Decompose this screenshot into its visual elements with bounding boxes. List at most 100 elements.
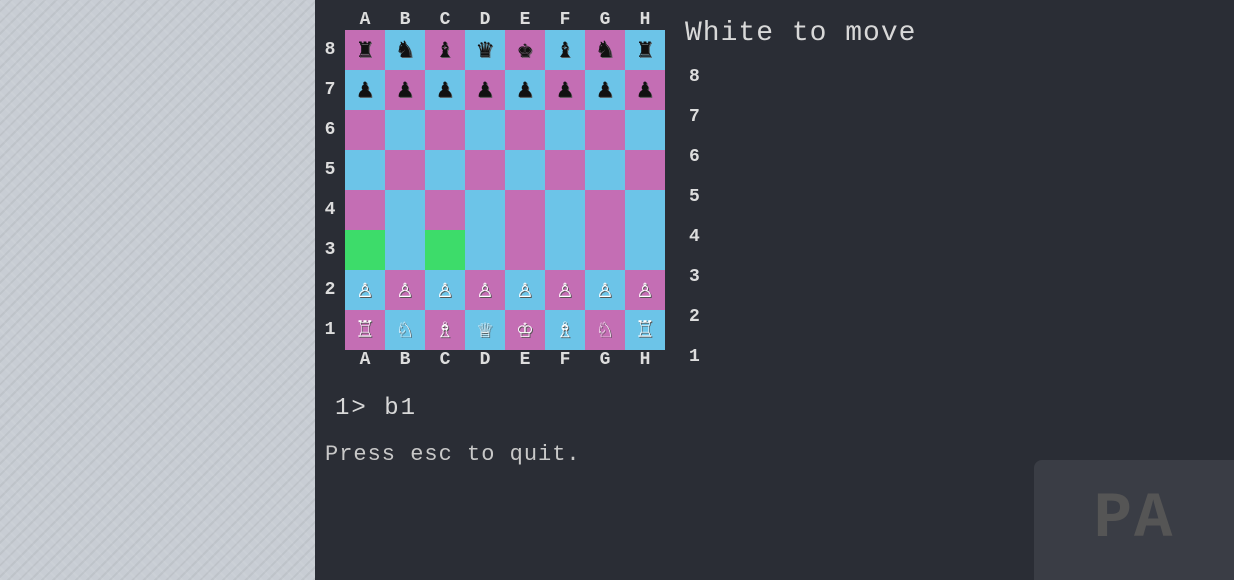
col-label-b-bot: B (385, 350, 425, 370)
main-panel: A B C D E F G H 8♜♞♝♛♚♝♞♜7♟♟♟♟♟♟♟♟65432♙… (315, 0, 1234, 580)
piece-white-1-2: ♘ (397, 317, 413, 343)
cell-2-3[interactable]: ♙ (425, 270, 465, 310)
cell-1-1[interactable]: ♖ (345, 310, 385, 350)
cell-6-8[interactable] (625, 110, 665, 150)
row-label-left-8: 8 (315, 40, 345, 60)
cell-8-3[interactable]: ♝ (425, 30, 465, 70)
cell-3-3[interactable] (425, 230, 465, 270)
cell-5-3[interactable] (425, 150, 465, 190)
cell-4-4[interactable] (465, 190, 505, 230)
cell-7-3[interactable]: ♟ (425, 70, 465, 110)
col-label-d: D (465, 10, 505, 30)
col-label-c-bot: C (425, 350, 465, 370)
top-col-labels: A B C D E F G H (315, 10, 665, 30)
cell-4-8[interactable] (625, 190, 665, 230)
cell-8-5[interactable]: ♚ (505, 30, 545, 70)
cell-4-1[interactable] (345, 190, 385, 230)
col-label-f: F (545, 10, 585, 30)
cell-3-2[interactable] (385, 230, 425, 270)
cell-1-5[interactable]: ♔ (505, 310, 545, 350)
piece-black-8-4: ♛ (477, 37, 493, 63)
cell-8-7[interactable]: ♞ (585, 30, 625, 70)
cell-1-6[interactable]: ♗ (545, 310, 585, 350)
piece-white-2-6: ♙ (557, 277, 573, 303)
cell-4-2[interactable] (385, 190, 425, 230)
piece-white-1-5: ♔ (517, 317, 533, 343)
piece-white-1-6: ♗ (557, 317, 573, 343)
cell-7-6[interactable]: ♟ (545, 70, 585, 110)
cell-8-2[interactable]: ♞ (385, 30, 425, 70)
row-label-right-2: 2 (685, 297, 916, 337)
cell-1-7[interactable]: ♘ (585, 310, 625, 350)
cell-5-2[interactable] (385, 150, 425, 190)
cell-3-4[interactable] (465, 230, 505, 270)
piece-white-2-3: ♙ (437, 277, 453, 303)
cell-7-7[interactable]: ♟ (585, 70, 625, 110)
piece-black-7-3: ♟ (437, 77, 453, 103)
cell-2-7[interactable]: ♙ (585, 270, 625, 310)
cell-7-5[interactable]: ♟ (505, 70, 545, 110)
cell-7-1[interactable]: ♟ (345, 70, 385, 110)
cell-4-5[interactable] (505, 190, 545, 230)
cell-5-8[interactable] (625, 150, 665, 190)
cell-3-1[interactable] (345, 230, 385, 270)
board-row-7: 7♟♟♟♟♟♟♟♟ (315, 70, 665, 110)
cell-2-8[interactable]: ♙ (625, 270, 665, 310)
cell-5-1[interactable] (345, 150, 385, 190)
piece-white-1-4: ♕ (477, 317, 493, 343)
cell-8-4[interactable]: ♛ (465, 30, 505, 70)
cell-6-3[interactable] (425, 110, 465, 150)
cell-3-8[interactable] (625, 230, 665, 270)
cell-4-6[interactable] (545, 190, 585, 230)
cell-1-3[interactable]: ♗ (425, 310, 465, 350)
cell-8-6[interactable]: ♝ (545, 30, 585, 70)
cell-2-5[interactable]: ♙ (505, 270, 545, 310)
piece-black-8-8: ♜ (637, 37, 653, 63)
cell-7-8[interactable]: ♟ (625, 70, 665, 110)
cell-8-1[interactable]: ♜ (345, 30, 385, 70)
row-label-right-7: 7 (685, 97, 916, 137)
cell-6-6[interactable] (545, 110, 585, 150)
cell-5-4[interactable] (465, 150, 505, 190)
cell-6-7[interactable] (585, 110, 625, 150)
cell-1-8[interactable]: ♖ (625, 310, 665, 350)
piece-white-2-2: ♙ (397, 277, 413, 303)
cell-6-1[interactable] (345, 110, 385, 150)
piece-black-8-3: ♝ (437, 37, 453, 63)
cell-5-7[interactable] (585, 150, 625, 190)
cell-5-6[interactable] (545, 150, 585, 190)
cell-4-7[interactable] (585, 190, 625, 230)
row-label-left-2: 2 (315, 280, 345, 300)
piece-black-8-2: ♞ (397, 37, 413, 63)
cell-2-2[interactable]: ♙ (385, 270, 425, 310)
cell-3-5[interactable] (505, 230, 545, 270)
piece-black-7-5: ♟ (517, 77, 533, 103)
piece-white-1-7: ♘ (597, 317, 613, 343)
cell-7-4[interactable]: ♟ (465, 70, 505, 110)
piece-black-7-4: ♟ (477, 77, 493, 103)
cell-1-4[interactable]: ♕ (465, 310, 505, 350)
bottom-right-decor: PA (1034, 460, 1234, 580)
board-row-1: 1♖♘♗♕♔♗♘♖ (315, 310, 665, 350)
cell-2-6[interactable]: ♙ (545, 270, 585, 310)
cell-6-5[interactable] (505, 110, 545, 150)
piece-black-7-8: ♟ (637, 77, 653, 103)
cell-6-4[interactable] (465, 110, 505, 150)
bottom-col-labels: A B C D E F G H (315, 350, 665, 370)
cell-7-2[interactable]: ♟ (385, 70, 425, 110)
cell-4-3[interactable] (425, 190, 465, 230)
cell-5-5[interactable] (505, 150, 545, 190)
row-label-left-7: 7 (315, 80, 345, 100)
chess-area: A B C D E F G H 8♜♞♝♛♚♝♞♜7♟♟♟♟♟♟♟♟65432♙… (315, 0, 1234, 395)
col-label-h-bot: H (625, 350, 665, 370)
piece-black-8-1: ♜ (357, 37, 373, 63)
cell-8-8[interactable]: ♜ (625, 30, 665, 70)
cell-2-4[interactable]: ♙ (465, 270, 505, 310)
cell-1-2[interactable]: ♘ (385, 310, 425, 350)
cell-2-1[interactable]: ♙ (345, 270, 385, 310)
cell-3-6[interactable] (545, 230, 585, 270)
col-label-g-bot: G (585, 350, 625, 370)
cell-6-2[interactable] (385, 110, 425, 150)
cell-3-7[interactable] (585, 230, 625, 270)
board-row-6: 6 (315, 110, 665, 150)
